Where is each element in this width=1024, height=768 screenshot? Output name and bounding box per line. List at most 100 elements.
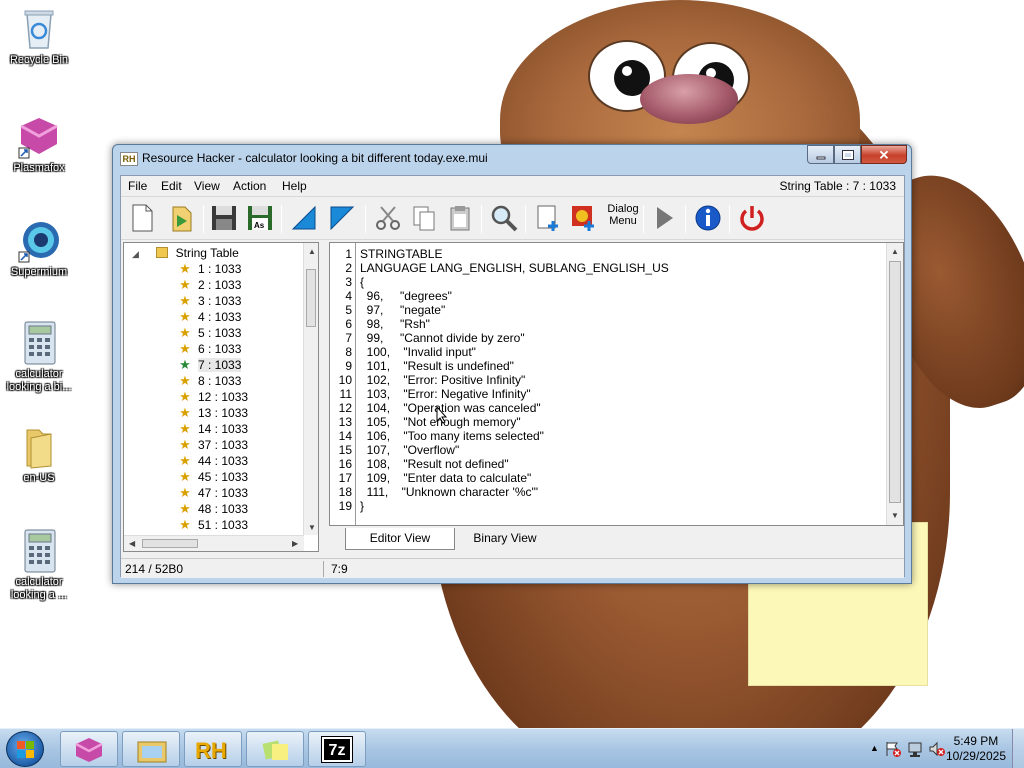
code-line[interactable]: 103, "Error: Negative Infinity" bbox=[360, 387, 531, 401]
code-line[interactable]: LANGUAGE LANG_ENGLISH, SUBLANG_ENGLISH_U… bbox=[360, 261, 669, 275]
tree-item[interactable]: ★ 5 : 1033 bbox=[178, 325, 241, 341]
line-number: 3 bbox=[345, 275, 352, 289]
add-blank-resource-icon[interactable] bbox=[533, 203, 563, 233]
taskbar-sticky-notes[interactable] bbox=[246, 731, 304, 767]
scroll-up-icon[interactable]: ▲ bbox=[308, 247, 316, 256]
tree-root-string-table[interactable]: ◢ String Table bbox=[132, 245, 239, 261]
exit-power-icon[interactable] bbox=[737, 203, 767, 233]
info-icon[interactable] bbox=[693, 203, 723, 233]
taskbar-explorer[interactable] bbox=[122, 731, 180, 767]
script-editor[interactable]: 1 2 3 4 5 6 7 8 9 10 11 12 13 14 15 16 17 18 19 STRINGTABL… bbox=[329, 242, 904, 526]
code-line[interactable]: 101, "Result is undefined" bbox=[360, 359, 514, 373]
scroll-down-icon[interactable]: ▼ bbox=[308, 523, 316, 532]
code-line[interactable]: 102, "Error: Positive Infinity" bbox=[360, 373, 526, 387]
tree-item[interactable]: ★ 14 : 1033 bbox=[178, 421, 248, 437]
desktop-icon-en-us-folder[interactable]: en-US bbox=[1, 424, 77, 485]
tree-vertical-scrollbar[interactable]: ▲ ▼ bbox=[303, 243, 318, 535]
code-line[interactable]: { bbox=[360, 275, 364, 289]
find-icon[interactable] bbox=[489, 203, 519, 233]
tree-item[interactable]: ★ 13 : 1033 bbox=[178, 405, 248, 421]
tree-item[interactable]: ★ 12 : 1033 bbox=[178, 389, 248, 405]
collapse-arrow-icon[interactable]: ◢ bbox=[132, 249, 139, 259]
scroll-thumb[interactable] bbox=[142, 539, 198, 548]
network-icon[interactable] bbox=[906, 740, 924, 758]
editor-vertical-scrollbar[interactable]: ▲ ▼ bbox=[886, 243, 903, 525]
resource-tree[interactable]: ◢ String Table ★ 1 : 1033 ★ 2 : 1033 ★ 3 : 10… bbox=[123, 242, 319, 552]
code-line[interactable]: 107, "Overflow" bbox=[360, 443, 460, 457]
code-line[interactable]: 106, "Too many items selected" bbox=[360, 429, 544, 443]
scroll-left-icon[interactable]: ◀ bbox=[129, 539, 135, 548]
star-resource-icon: ★ bbox=[179, 261, 191, 276]
taskbar-plasmafox[interactable] bbox=[60, 731, 118, 767]
tree-item[interactable]: ★ 45 : 1033 bbox=[178, 469, 248, 485]
code-line[interactable]: STRINGTABLE bbox=[360, 247, 442, 261]
tree-item[interactable]: ★ 44 : 1033 bbox=[178, 453, 248, 469]
tree-item[interactable]: ★ 3 : 1033 bbox=[178, 293, 241, 309]
scroll-right-icon[interactable]: ▶ bbox=[292, 539, 298, 548]
taskbar-7zip[interactable]: 7z bbox=[308, 731, 366, 767]
desktop-icon-plasmafox[interactable]: Plasmafox bbox=[1, 114, 77, 175]
code-line[interactable]: 98, "Rsh" bbox=[360, 317, 430, 331]
menu-file[interactable]: File bbox=[128, 179, 147, 193]
scroll-down-icon[interactable]: ▼ bbox=[891, 511, 899, 520]
tree-item[interactable]: ★ 6 : 1033 bbox=[178, 341, 241, 357]
taskbar-resource-hacker[interactable]: RH bbox=[184, 731, 242, 767]
compile-back-icon[interactable] bbox=[289, 203, 319, 233]
tree-item[interactable]: ★ 7 : 1033 bbox=[178, 357, 242, 373]
close-button[interactable]: ✕ bbox=[861, 145, 907, 164]
volume-muted-icon[interactable] bbox=[928, 740, 946, 758]
tab-editor-view[interactable]: Editor View bbox=[345, 528, 455, 550]
scroll-thumb[interactable] bbox=[889, 261, 901, 503]
save-icon[interactable] bbox=[209, 203, 239, 233]
tree-item[interactable]: ★ 2 : 1033 bbox=[178, 277, 241, 293]
menu-view[interactable]: View bbox=[194, 179, 220, 193]
tree-item[interactable]: ★ 1 : 1033 bbox=[178, 261, 241, 277]
code-line[interactable]: 104, "Operation was canceled" bbox=[360, 401, 541, 415]
new-file-icon[interactable] bbox=[127, 203, 157, 233]
scroll-thumb[interactable] bbox=[306, 269, 316, 327]
add-image-resource-icon[interactable] bbox=[569, 203, 599, 233]
line-number: 11 bbox=[339, 387, 352, 401]
show-desktop-button[interactable] bbox=[1012, 729, 1024, 768]
open-file-icon[interactable] bbox=[167, 203, 197, 233]
add-dialog-menu-button[interactable]: Dialog Menu bbox=[605, 203, 641, 233]
code-line[interactable]: 99, "Cannot divide by zero" bbox=[360, 331, 525, 345]
tree-item[interactable]: ★ 51 : 1033 bbox=[178, 517, 248, 533]
copy-icon[interactable] bbox=[409, 203, 439, 233]
tree-item[interactable]: ★ 48 : 1033 bbox=[178, 501, 248, 517]
desktop-icon-calculator-1[interactable]: calculator looking a bi... bbox=[1, 320, 77, 394]
tree-item[interactable]: ★ 37 : 1033 bbox=[178, 437, 248, 453]
tab-binary-view[interactable]: Binary View bbox=[457, 528, 553, 550]
show-hidden-icons-icon[interactable]: ▲ bbox=[870, 743, 879, 753]
run-script-icon[interactable] bbox=[649, 203, 679, 233]
compile-forward-icon[interactable] bbox=[327, 203, 357, 233]
desktop-icon-recycle-bin[interactable]: Recycle Bin bbox=[1, 6, 77, 67]
title-bar[interactable]: RH Resource Hacker - calculator looking … bbox=[113, 145, 911, 173]
clock[interactable]: 5:49 PM 10/29/2025 bbox=[946, 734, 1006, 764]
maximize-button[interactable] bbox=[834, 145, 861, 164]
menu-action[interactable]: Action bbox=[233, 179, 266, 193]
code-line[interactable]: 111, "Unknown character '%c'" bbox=[360, 485, 538, 499]
code-line[interactable]: 108, "Result not defined" bbox=[360, 457, 509, 471]
view-tabs: Editor View Binary View bbox=[329, 528, 904, 550]
tree-item[interactable]: ★ 8 : 1033 bbox=[178, 373, 241, 389]
save-as-icon[interactable]: As bbox=[245, 203, 275, 233]
code-line[interactable]: 109, "Enter data to calculate" bbox=[360, 471, 532, 485]
desktop-icon-supermium[interactable]: Supermium bbox=[1, 218, 77, 279]
desktop-icon-calculator-2[interactable]: calculator looking a ... bbox=[1, 528, 77, 602]
action-center-flag-icon[interactable] bbox=[884, 740, 902, 758]
code-line[interactable]: 96, "degrees" bbox=[360, 289, 452, 303]
tree-item[interactable]: ★ 47 : 1033 bbox=[178, 485, 248, 501]
cut-icon[interactable] bbox=[373, 203, 403, 233]
minimize-button[interactable] bbox=[807, 145, 834, 164]
code-line[interactable]: } bbox=[360, 499, 364, 513]
code-line[interactable]: 100, "Invalid input" bbox=[360, 345, 476, 359]
code-line[interactable]: 97, "negate" bbox=[360, 303, 446, 317]
menu-edit[interactable]: Edit bbox=[161, 179, 182, 193]
menu-help[interactable]: Help bbox=[282, 179, 307, 193]
tree-horizontal-scrollbar[interactable]: ◀ ▶ bbox=[124, 535, 304, 551]
tree-item[interactable]: ★ 4 : 1033 bbox=[178, 309, 241, 325]
start-button[interactable] bbox=[6, 731, 44, 767]
scroll-up-icon[interactable]: ▲ bbox=[891, 247, 899, 256]
paste-icon[interactable] bbox=[445, 203, 475, 233]
